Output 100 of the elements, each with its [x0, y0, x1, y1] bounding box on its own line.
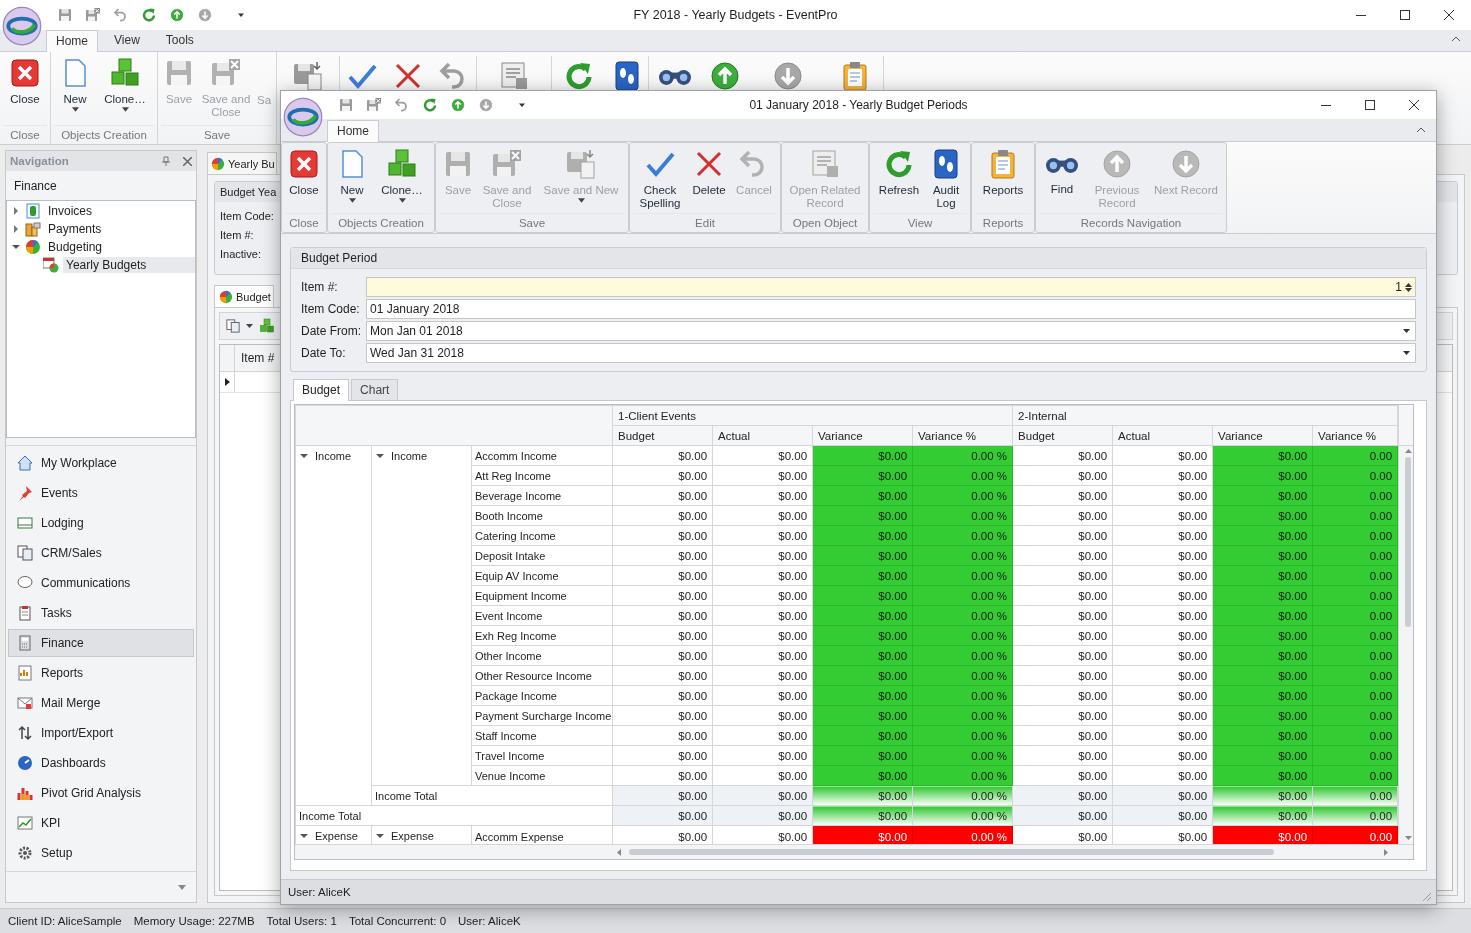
expander-arrow-icon[interactable] [300, 834, 308, 838]
section-title: Finance [14, 179, 57, 193]
ribbon-tab[interactable]: Home [327, 120, 379, 142]
table-cell: $0.00 [712, 625, 813, 646]
navigation-item[interactable]: Events [8, 479, 194, 507]
ribbon-button[interactable]: Find [1040, 146, 1084, 198]
navigation-item[interactable]: Pivot Grid Analysis [8, 779, 194, 807]
number-field[interactable]: 1 [366, 277, 1416, 297]
vertical-scrollbar[interactable] [1398, 405, 1413, 844]
row-label: Income Total [299, 809, 362, 822]
chevron-icon[interactable] [178, 884, 186, 890]
row-label: Beverage Income [475, 489, 562, 502]
date-field[interactable]: Wed Jan 31 2018 [366, 343, 1416, 363]
navigation-item[interactable]: Mail Merge [8, 689, 194, 717]
expander-arrow-icon[interactable] [12, 245, 20, 249]
navigation-item[interactable]: Setup [8, 839, 194, 867]
ribbon-group-label: Open Object [785, 213, 865, 232]
scroll-down-icon[interactable] [1404, 836, 1412, 840]
ribbon-button[interactable]: Close [286, 146, 322, 199]
ribbon-group-label: Records Navigation [1039, 213, 1223, 232]
table-cell: $0.00 [612, 465, 713, 486]
expander-arrow-icon[interactable] [300, 454, 308, 458]
navigation-item[interactable]: Import/Export [8, 719, 194, 747]
scroll-up-icon[interactable] [1404, 449, 1412, 453]
horizontal-scrollbar[interactable] [295, 844, 1413, 859]
tree-item[interactable]: Yearly Budgets [63, 257, 195, 273]
table-cell: $0.00 [1112, 485, 1213, 506]
pin-button[interactable] [161, 156, 171, 166]
scroll-left-icon[interactable] [617, 848, 621, 856]
clipboard-icon [17, 605, 33, 621]
table-cell: $0.00 [612, 565, 713, 586]
collapse-ribbon-icon[interactable] [1416, 125, 1426, 133]
ribbon-button[interactable]: Close [4, 55, 46, 108]
table-cell: $0.00 [712, 585, 813, 606]
table-cell: $0.00 [1112, 665, 1213, 686]
expander-arrow-icon[interactable] [14, 225, 18, 233]
ribbon-button[interactable]: Refresh [874, 146, 924, 199]
ribbon-button[interactable]: Audit Log [926, 146, 966, 212]
caret-icon[interactable] [246, 324, 253, 328]
expander-arrow-icon[interactable] [376, 834, 384, 838]
table-cell: $0.00 [612, 645, 713, 666]
navigation-item[interactable]: Lodging [8, 509, 194, 537]
scroll-right-icon[interactable] [1384, 848, 1388, 856]
ribbon-tab[interactable]: View [104, 29, 150, 51]
tree-item[interactable]: Budgeting [45, 239, 195, 255]
expander-arrow-icon[interactable] [376, 454, 384, 458]
table-cell: $0.00 [1012, 485, 1113, 506]
ribbon-button[interactable]: Check Spelling [634, 146, 686, 212]
table-cell: $0.00 [712, 465, 813, 486]
ribbon-button[interactable]: Delete [688, 146, 730, 199]
group-title: Budget Yea [220, 186, 277, 198]
field-label: Date From: [301, 324, 361, 338]
table-cell: $0.00 [1012, 525, 1113, 546]
ribbon-button[interactable]: New [332, 146, 372, 205]
ribbon-tab[interactable]: Tools [155, 29, 204, 51]
navigation-item[interactable]: My Workplace [8, 449, 194, 477]
dropdown-caret-icon[interactable] [1403, 329, 1410, 333]
ribbon-button[interactable]: New [55, 55, 95, 114]
table-cell: $0.00 [1112, 745, 1213, 766]
sub-tab[interactable]: Budget [214, 285, 274, 307]
floppy-disk-icon [85, 7, 101, 23]
ribbon-group-label: Reports [975, 213, 1031, 232]
spin-down-icon[interactable] [1405, 287, 1412, 292]
collapse-ribbon-icon[interactable] [1451, 34, 1461, 42]
table-cell: $0.00 [712, 525, 813, 546]
status-text: User: AliceK [458, 915, 521, 927]
navigation-item[interactable]: Reports [8, 659, 194, 687]
table-cell: $0.00 [712, 685, 813, 706]
row-label: Equip AV Income [475, 569, 559, 582]
navigation-item[interactable]: KPI [8, 809, 194, 837]
floppy-disk-icon [366, 97, 382, 113]
navigation-item[interactable]: Communications [8, 569, 194, 597]
navigation-item[interactable]: Finance [8, 629, 194, 657]
tab[interactable]: Chart [351, 379, 399, 400]
spin-up-icon[interactable] [1405, 282, 1412, 287]
navigation-item[interactable]: Dashboards [8, 749, 194, 777]
tab[interactable]: Budget [293, 379, 350, 401]
ribbon-button[interactable]: Clone… [374, 146, 430, 205]
date-field[interactable]: Mon Jan 01 2018 [366, 321, 1416, 341]
column-group-header: 1-Client Events [612, 405, 1013, 426]
refresh-icon [422, 97, 438, 113]
undo-arrow-icon [113, 7, 129, 23]
tree-item[interactable]: Invoices [45, 203, 195, 219]
gauge-icon [17, 755, 33, 771]
table-cell: $0.00 [612, 705, 713, 726]
close-button[interactable] [183, 156, 192, 166]
ribbon-tab[interactable]: Home [46, 30, 98, 52]
navigation-item[interactable]: Tasks [8, 599, 194, 627]
navigation-item[interactable]: CRM/Sales [8, 539, 194, 567]
field-label: Inactive: [220, 248, 261, 260]
document-tab[interactable]: Yearly Bu [207, 152, 277, 174]
field-label: Item #: [220, 229, 254, 241]
tree-item[interactable]: Payments [45, 221, 195, 237]
ribbon-button[interactable]: Reports [976, 146, 1030, 199]
ribbon-button[interactable]: Clone… [97, 55, 153, 114]
pin-icon [17, 485, 33, 501]
text-field[interactable]: 01 January 2018 [366, 299, 1416, 319]
dropdown-caret-icon[interactable] [1403, 351, 1410, 355]
expander-arrow-icon[interactable] [14, 207, 18, 215]
binoculars-icon [1046, 158, 1078, 173]
